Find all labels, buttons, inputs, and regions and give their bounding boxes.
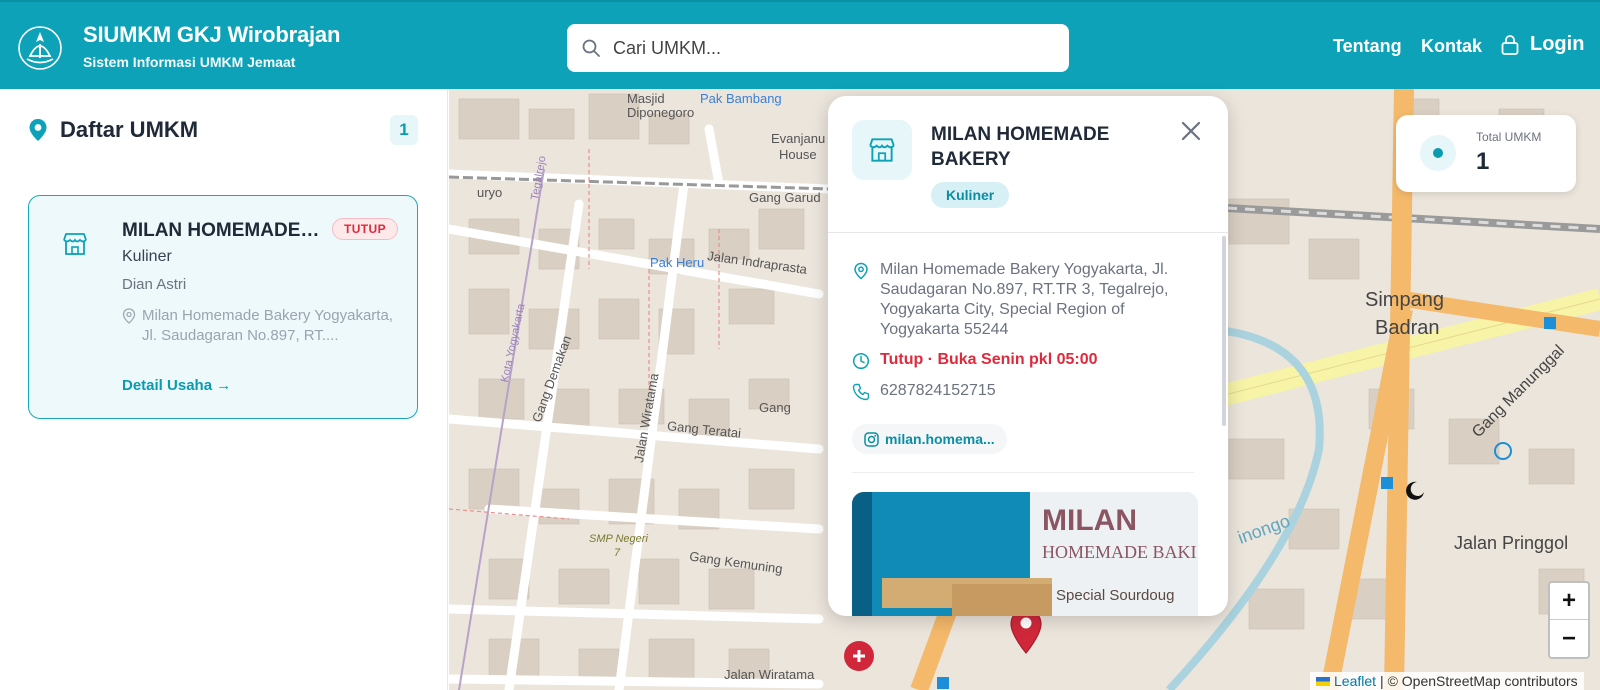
photo-text-milan: MILAN (1042, 504, 1137, 537)
divider (852, 472, 1194, 473)
umkm-sidebar: Daftar UMKM 1 MILAN HOMEMADE BAKERY TUTU… (0, 89, 448, 690)
status-badge: TUTUP (332, 218, 398, 240)
instagram-handle: milan.homema... (885, 431, 995, 447)
popup-category-badge: Kuliner (931, 182, 1010, 208)
popup-store-badge (852, 120, 912, 180)
map-label: Jalan Wiratama (724, 667, 815, 682)
umkm-address-text: Milan Homemade Bakery Yogyakarta, Jl. Sa… (142, 307, 393, 344)
map-label: Pak Bambang (700, 91, 782, 106)
popup-status-text: Tutup · Buka Senin pkl 05:00 (880, 351, 1098, 368)
location-icon (854, 262, 868, 280)
instagram-icon (864, 431, 879, 447)
popup-phone[interactable]: 6287824152715 (852, 381, 996, 401)
popup-phone-text: 6287824152715 (880, 382, 996, 399)
ukraine-flag-icon (1316, 676, 1330, 686)
map-label: 7 (614, 547, 621, 559)
store-icon (869, 138, 895, 162)
map-label: House (779, 147, 817, 162)
umkm-owner: Dian Astri (122, 276, 187, 293)
instagram-link[interactable]: milan.homema... (852, 424, 1007, 454)
umkm-name: MILAN HOMEMADE BAKERY (122, 220, 322, 241)
popup-scrollbar[interactable] (1222, 236, 1226, 426)
phone-icon (852, 383, 870, 401)
map-label: Diponegoro (627, 105, 695, 120)
map-label: SMP Negeri (589, 533, 648, 545)
umkm-category: Kuliner (122, 248, 172, 265)
umkm-list-item[interactable]: MILAN HOMEMADE BAKERY TUTUP Kuliner Dian… (28, 195, 418, 419)
login-label: Login (1530, 33, 1585, 55)
umkm-popup: MILAN HOMEMADE BAKERY Kuliner Milan Home… (828, 96, 1228, 616)
umkm-address: Milan Homemade Bakery Yogyakarta, Jl. Sa… (122, 306, 402, 346)
map-label: Badran (1375, 317, 1440, 339)
church-logo-icon[interactable] (18, 26, 62, 70)
popup-title: MILAN HOMEMADE BAKERY (931, 124, 1110, 170)
store-icon (63, 233, 87, 255)
location-icon (122, 308, 136, 324)
search-icon (582, 39, 600, 57)
business-photo[interactable]: MILAN HOMEMADE BAKI Special Sourdoug (852, 492, 1198, 616)
map-pin-icon (29, 119, 47, 141)
leaflet-link[interactable]: Leaflet (1334, 673, 1376, 689)
close-icon[interactable] (1180, 120, 1202, 142)
photo-text-homemade: HOMEMADE BAKI (1042, 542, 1197, 562)
search-box[interactable] (567, 24, 1069, 72)
popup-address: Milan Homemade Bakery Yogyakarta, Jl. Sa… (852, 260, 1180, 340)
map-label: Simpang (1365, 289, 1444, 311)
nav-kontak-link[interactable]: Kontak (1421, 36, 1482, 57)
map-label: Pak Heru (650, 255, 705, 270)
detail-usaha-link[interactable]: Detail Usaha → (122, 377, 231, 394)
zoom-out-button[interactable]: − (1550, 620, 1588, 657)
popup-address-text: Milan Homemade Bakery Yogyakarta, Jl. Sa… (880, 261, 1169, 338)
map-label: Masjid (627, 91, 665, 106)
divider (828, 232, 1228, 233)
clock-icon (852, 352, 870, 370)
app-title: SIUMKM GKJ Wirobrajan (83, 22, 341, 47)
brand[interactable]: SIUMKM GKJ Wirobrajan Sistem Informasi U… (83, 22, 340, 70)
zoom-in-button[interactable]: + (1550, 583, 1588, 620)
lock-icon (1501, 34, 1519, 55)
search-input[interactable] (613, 37, 1053, 59)
map-label: Jalan Pringgol (1454, 533, 1569, 553)
umkm-count-badge: 1 (390, 115, 418, 145)
app-subtitle: Sistem Informasi UMKM Jemaat (83, 54, 296, 70)
sidebar-title: Daftar UMKM (60, 117, 199, 142)
map-label: Evanjanu (771, 131, 826, 146)
login-button[interactable]: Login (1500, 33, 1584, 56)
sidebar-header: Daftar UMKM (28, 117, 198, 143)
popup-status: Tutup · Buka Senin pkl 05:00 (852, 350, 1098, 370)
total-umkm-label: Total UMKM (1476, 130, 1542, 144)
total-umkm-card: Total UMKM 1 (1396, 115, 1576, 192)
map-attribution: Leaflet | © OpenStreetMap contributors (1310, 672, 1584, 690)
zoom-control: + − (1548, 581, 1590, 659)
map-label: Gang Garud (749, 190, 821, 205)
map-label: uryo (477, 185, 503, 200)
map-label: Gang (759, 400, 791, 415)
osm-attribution: | © OpenStreetMap contributors (1380, 673, 1578, 689)
total-umkm-value: 1 (1476, 148, 1490, 175)
dot-icon (1420, 135, 1456, 171)
app-header: SIUMKM GKJ Wirobrajan Sistem Informasi U… (0, 0, 1600, 89)
nav-tentang-link[interactable]: Tentang (1333, 36, 1402, 57)
photo-text-sourdough: Special Sourdoug (1056, 587, 1174, 604)
